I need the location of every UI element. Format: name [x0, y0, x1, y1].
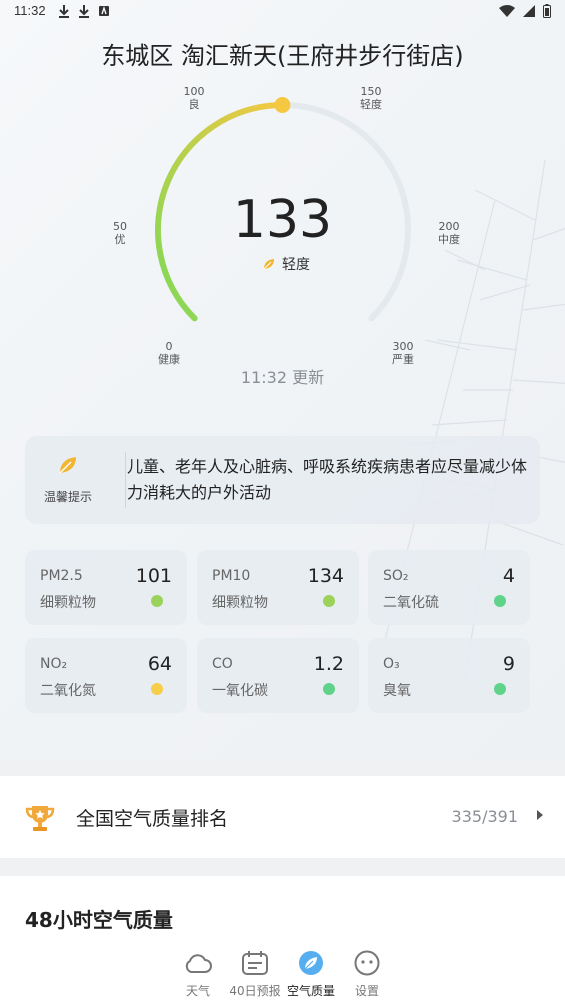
- pollutant-card-no2[interactable]: NO₂ 二氧化氮 64: [25, 638, 187, 713]
- battery-icon: [543, 4, 551, 18]
- pollutant-status-dot: [494, 683, 506, 695]
- pollutant-card-so2[interactable]: SO₂ 二氧化硫 4: [368, 550, 530, 625]
- pollutant-sub: 臭氧: [383, 683, 411, 699]
- tip-icon-wrap: 温馨提示: [25, 436, 111, 524]
- national-ranking-row[interactable]: 全国空气质量排名 335/391: [0, 776, 565, 858]
- nav-label: 40日预报: [229, 984, 281, 998]
- hourly-section-title: 48小时空气质量: [25, 908, 173, 932]
- tip-text: 儿童、老年人及心脏病、呼吸系统疾病患者应尽量减少体力消耗大的户外活动: [127, 457, 528, 502]
- pollutant-status-dot: [494, 595, 506, 607]
- nav-air-quality[interactable]: 空气质量: [281, 950, 341, 999]
- pollutant-value: 4: [502, 565, 515, 587]
- pollutant-name: PM10: [212, 568, 251, 584]
- scale-100: 100 良: [183, 85, 205, 111]
- scale-150: 150 轻度: [360, 85, 382, 111]
- status-bar: 11:32: [0, 0, 565, 24]
- station-title: 东城区 淘汇新天(王府井步行街店): [101, 42, 464, 70]
- face-icon: [354, 950, 380, 976]
- leaf-icon: [299, 951, 323, 975]
- signal-icon: [523, 5, 535, 17]
- pollutant-sub: 细颗粒物: [40, 595, 96, 611]
- nav-label: 天气: [185, 984, 210, 998]
- leaf-icon: [263, 259, 274, 270]
- nav-40day-forecast[interactable]: 40日预报: [225, 950, 285, 999]
- scale-300: 300 严重: [392, 340, 414, 366]
- wifi-icon: [499, 5, 515, 17]
- nav-label: 设置: [354, 984, 379, 998]
- tip-label: 温馨提示: [43, 490, 92, 504]
- bottom-nav: 天气 40日预报 空气质量 设置: [0, 946, 565, 1004]
- nav-weather[interactable]: 天气: [168, 950, 228, 999]
- pollutant-sub: 二氧化氮: [40, 683, 96, 699]
- cloud-icon: [185, 954, 212, 973]
- health-tip-card: 温馨提示 儿童、老年人及心脏病、呼吸系统疾病患者应尽量减少体力消耗大的户外活动: [25, 436, 540, 524]
- ranking-value: 335/391: [451, 807, 518, 826]
- download-icon: [79, 5, 89, 18]
- update-time: 11:32 更新: [240, 368, 325, 387]
- pollutant-value: 134: [307, 565, 344, 587]
- trophy-icon: [25, 806, 55, 831]
- nav-settings[interactable]: 设置: [337, 950, 397, 999]
- aqi-level-label: 轻度: [282, 257, 310, 273]
- pollutant-card-pm25[interactable]: PM2.5 细颗粒物 101: [25, 550, 187, 625]
- leaf-icon: [59, 457, 76, 474]
- status-time: 11:32: [14, 3, 46, 18]
- nav-label: 空气质量: [286, 984, 335, 998]
- pollutant-status-dot: [151, 683, 163, 695]
- chevron-right-icon: [537, 810, 543, 820]
- pollutant-status-dot: [323, 683, 335, 695]
- aqi-value: 133: [232, 190, 333, 250]
- section-divider: [0, 858, 565, 876]
- pollutant-value: 64: [147, 653, 172, 675]
- pollutant-sub: 二氧化硫: [383, 595, 439, 611]
- pollutant-card-o3[interactable]: O₃ 臭氧 9: [368, 638, 530, 713]
- pollutant-value: 101: [135, 565, 172, 587]
- pollutant-status-dot: [323, 595, 335, 607]
- pollutant-name: O₃: [383, 656, 400, 672]
- pollutant-sub: 细颗粒物: [212, 595, 268, 611]
- pollutant-name: SO₂: [383, 568, 409, 584]
- pollutant-name: NO₂: [40, 656, 68, 672]
- pollutant-sub: 一氧化碳: [212, 683, 268, 699]
- tip-divider: [125, 452, 126, 508]
- pollutant-name: CO: [212, 656, 233, 672]
- section-divider: [0, 760, 565, 776]
- pollutant-name: PM2.5: [40, 568, 83, 584]
- pollutant-card-co[interactable]: CO 一氧化碳 1.2: [197, 638, 359, 713]
- calendar-icon: [242, 951, 268, 975]
- app-notification-icon: [99, 5, 109, 16]
- ranking-label: 全国空气质量排名: [76, 808, 229, 830]
- scale-0: 0 健康: [158, 340, 180, 366]
- download-icon: [59, 5, 69, 18]
- aqi-level: 轻度: [262, 254, 310, 274]
- pollutant-status-dot: [151, 595, 163, 607]
- gauge-knob: [274, 97, 291, 113]
- pollutant-value: 1.2: [313, 653, 344, 675]
- pollutant-value: 9: [502, 653, 515, 675]
- pollutant-card-pm10[interactable]: PM10 细颗粒物 134: [197, 550, 359, 625]
